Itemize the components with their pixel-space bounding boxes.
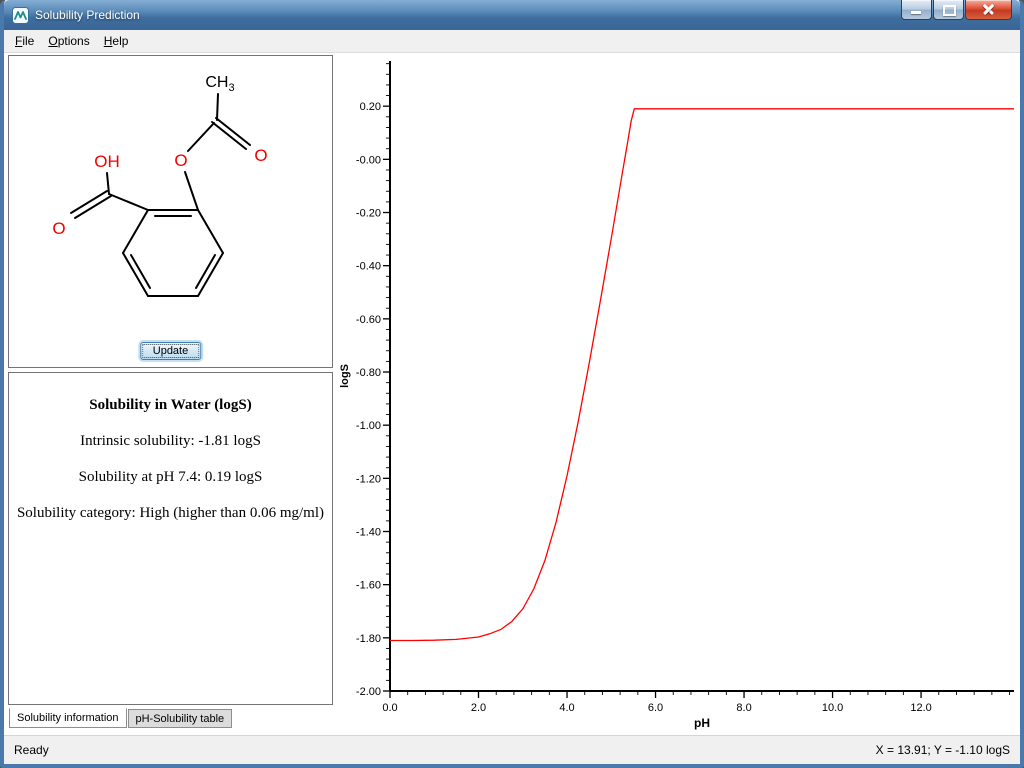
maximize-button[interactable] — [933, 0, 964, 20]
ph74-solubility-line: Solubility at pH 7.4: 0.19 logS — [9, 469, 332, 486]
svg-text:6.0: 6.0 — [648, 702, 663, 714]
menu-bar: FileOptionsHelp — [4, 30, 1020, 53]
svg-text:-0.20: -0.20 — [356, 208, 381, 220]
status-ready: Ready — [14, 743, 49, 757]
title-bar: Solubility Prediction — [4, 0, 1020, 30]
svg-text:0.0: 0.0 — [382, 702, 397, 714]
status-bar: Ready X = 13.91; Y = -1.10 logS — [4, 735, 1020, 764]
solubility-category-line: Solubility category: High (higher than 0… — [9, 505, 332, 522]
svg-text:-0.60: -0.60 — [356, 314, 381, 326]
hydroxyl-label: OH — [94, 152, 120, 171]
menu-item-options[interactable]: Options — [41, 31, 96, 51]
svg-text:logS: logS — [339, 364, 351, 388]
maximize-icon — [943, 5, 956, 16]
ester-oxygen-label: O — [174, 151, 187, 170]
svg-text:-1.00: -1.00 — [356, 420, 381, 432]
solubility-info-panel: Solubility in Water (logS) Intrinsic sol… — [8, 372, 333, 705]
app-window: Solubility Prediction FileOptionsHelp — [0, 0, 1024, 768]
update-button[interactable]: Update — [140, 342, 201, 360]
tab-ph-solubility-table[interactable]: pH-Solubility table — [128, 709, 233, 728]
ch3-label: CH3 — [205, 74, 234, 94]
bottom-tabs: Solubility information pH-Solubility tab… — [9, 709, 233, 728]
main-content: CH3 O O OH O Update Solubility in Water … — [4, 53, 1020, 735]
svg-text:-1.20: -1.20 — [356, 473, 381, 485]
svg-text:-1.60: -1.60 — [356, 580, 381, 592]
svg-text:4.0: 4.0 — [559, 702, 574, 714]
app-icon — [12, 7, 29, 24]
svg-text:pH: pH — [694, 716, 710, 730]
svg-text:-0.40: -0.40 — [356, 261, 381, 273]
svg-text:-0.00: -0.00 — [356, 154, 381, 166]
svg-text:-1.80: -1.80 — [356, 633, 381, 645]
menu-item-file[interactable]: File — [8, 31, 41, 51]
svg-text:8.0: 8.0 — [736, 702, 751, 714]
status-coordinates: X = 13.91; Y = -1.10 logS — [876, 743, 1010, 757]
info-title: Solubility in Water (logS) — [9, 397, 332, 414]
svg-text:-0.80: -0.80 — [356, 367, 381, 379]
minimize-button[interactable] — [901, 0, 932, 20]
structure-panel: CH3 O O OH O Update — [8, 55, 333, 368]
menu-item-help[interactable]: Help — [97, 31, 136, 51]
carbonyl-oxygen-label: O — [254, 146, 267, 165]
svg-text:10.0: 10.0 — [822, 702, 843, 714]
window-title: Solubility Prediction — [35, 8, 140, 22]
svg-text:-2.00: -2.00 — [356, 686, 381, 698]
svg-text:2.0: 2.0 — [471, 702, 486, 714]
left-column: CH3 O O OH O Update Solubility in Water … — [8, 55, 333, 733]
close-button[interactable] — [965, 0, 1012, 20]
svg-text:12.0: 12.0 — [910, 702, 931, 714]
minimize-icon — [911, 11, 921, 14]
window-controls — [900, 0, 1012, 20]
tab-solubility-information[interactable]: Solubility information — [9, 708, 127, 728]
ph-logs-chart[interactable]: 0.20 -0.00 -0.20 -0.40 -0.60 -0.80 -1.00 -1.20 -… — [336, 53, 1024, 737]
intrinsic-solubility-line: Intrinsic solubility: -1.81 logS — [9, 433, 332, 450]
svg-text:-1.40: -1.40 — [356, 527, 381, 539]
carboxyl-oxygen-label: O — [52, 219, 65, 238]
svg-text:0.20: 0.20 — [360, 101, 381, 113]
chart-panel: 0.20 -0.00 -0.20 -0.40 -0.60 -0.80 -1.00 -1.20 -… — [336, 53, 1020, 735]
molecule-drawing: CH3 O O OH O — [9, 56, 332, 336]
